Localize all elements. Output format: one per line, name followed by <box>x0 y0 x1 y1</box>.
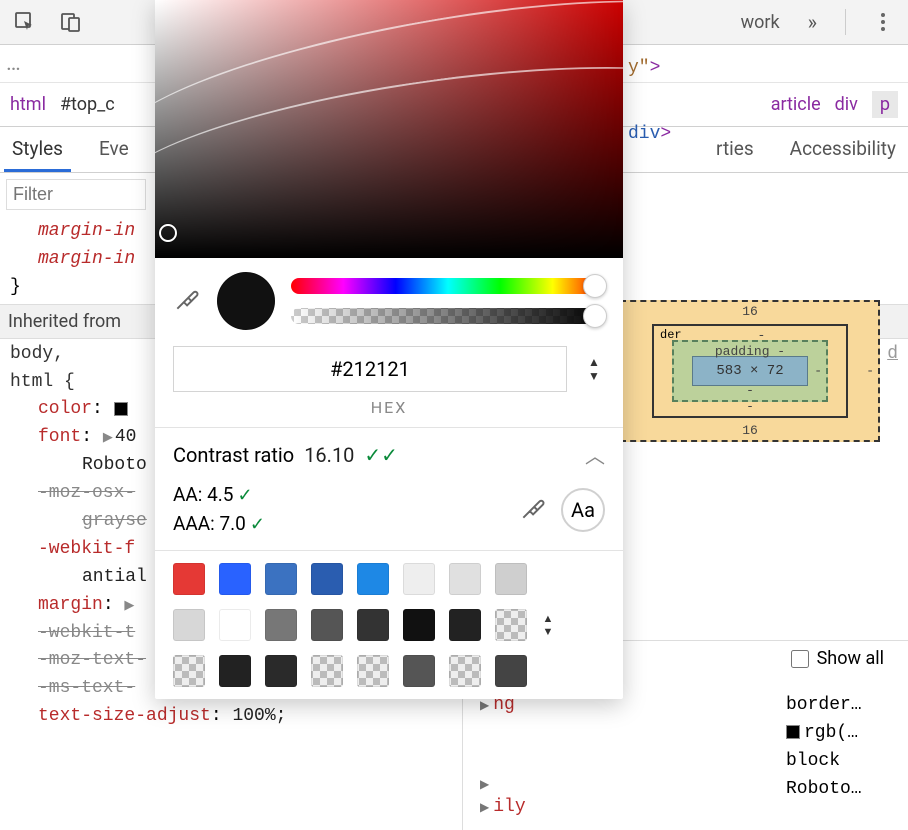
styles-filter-input[interactable] <box>6 179 146 210</box>
prop-margin-inline-2[interactable]: margin-in <box>38 249 135 269</box>
expand-icon[interactable]: ▶ <box>480 799 489 818</box>
computed-props-left: ▶ng ▶ ▶ily <box>480 692 526 822</box>
palette-swatch[interactable] <box>357 609 389 641</box>
palette-swatch[interactable] <box>311 609 343 641</box>
color-swatch-icon[interactable] <box>114 402 128 416</box>
palette-swatch[interactable] <box>449 655 481 687</box>
tab-styles[interactable]: Styles <box>4 127 71 172</box>
show-all-row: Show all <box>791 648 884 669</box>
palette-swatch[interactable] <box>265 655 297 687</box>
format-label: HEX <box>155 398 623 427</box>
slider-handle[interactable] <box>583 274 607 298</box>
color-picker: ▲▼ HEX Contrast ratio 16.10 ✓✓ ︿ AA: 4.5… <box>155 0 623 699</box>
palette-swatch[interactable] <box>265 609 297 641</box>
palette-swatch[interactable] <box>495 563 527 595</box>
palette-swatch[interactable] <box>173 609 205 641</box>
divider <box>462 680 463 830</box>
expand-icon[interactable]: ▶ <box>480 776 489 795</box>
palette-swatch[interactable] <box>357 563 389 595</box>
contrast-label: Contrast ratio <box>173 443 294 467</box>
palette-swatch[interactable] <box>403 655 435 687</box>
computed-val[interactable]: block <box>786 748 896 776</box>
palette-swatch[interactable] <box>311 655 343 687</box>
palette-swatches <box>173 563 527 687</box>
computed-val[interactable]: border… <box>786 692 896 720</box>
palette-swatch[interactable] <box>449 563 481 595</box>
palette-swatch[interactable] <box>173 563 205 595</box>
palette-switch-icon[interactable]: ▲▼ <box>537 612 559 638</box>
sv-handle[interactable] <box>159 224 177 242</box>
computed-val[interactable]: Roboto… <box>786 776 896 804</box>
palette-swatch[interactable] <box>495 609 527 641</box>
box-model-margin[interactable]: 16 16 - der - padding - - - 583 × 72 - <box>620 300 880 442</box>
tab-accessibility[interactable]: Accessibility <box>782 127 904 172</box>
breadcrumb-div[interactable]: div <box>835 94 858 115</box>
breadcrumb-topc[interactable]: #top_c <box>60 94 115 115</box>
computed-val[interactable]: rgb(… <box>786 720 896 748</box>
palette-swatch[interactable] <box>219 609 251 641</box>
slider-handle[interactable] <box>583 304 607 328</box>
palette-section: ▲▼ <box>155 550 623 699</box>
hue-slider[interactable] <box>291 278 605 294</box>
palette-swatch[interactable] <box>449 609 481 641</box>
html-tag-fragment: div> <box>628 124 671 144</box>
palette-swatch[interactable] <box>219 655 251 687</box>
palette-swatch[interactable] <box>495 655 527 687</box>
inspect-element-icon[interactable] <box>8 5 42 39</box>
breadcrumb-p[interactable]: p <box>872 91 898 118</box>
palette-swatch[interactable] <box>403 563 435 595</box>
box-model-diagram: 16 16 - der - padding - - - 583 × 72 - <box>620 300 880 442</box>
computed-props-right: border… rgb(… block Roboto… <box>786 692 896 804</box>
palette-swatch[interactable] <box>219 563 251 595</box>
more-tabs-icon[interactable]: » <box>800 10 825 34</box>
contrast-value: 16.10 <box>304 443 354 467</box>
check-icon: ✓ <box>250 514 265 535</box>
divider <box>618 640 908 641</box>
computed-row[interactable]: ▶ily <box>480 794 526 822</box>
device-toolbar-icon[interactable] <box>54 5 88 39</box>
aa-threshold: AA: 4.5✓ <box>173 481 265 510</box>
breadcrumb-html[interactable]: html <box>10 94 46 115</box>
tab-events[interactable]: Eve <box>91 127 137 172</box>
eyedropper-icon[interactable] <box>173 287 201 315</box>
network-tab-partial[interactable]: work <box>733 12 788 33</box>
box-model-content[interactable]: 583 × 72 <box>692 356 808 386</box>
format-switch-icon[interactable]: ▲▼ <box>583 355 605 383</box>
prop-margin-inline-1[interactable]: margin-in <box>38 221 135 241</box>
tab-properties[interactable]: rties <box>708 127 762 172</box>
color-swatch-icon[interactable] <box>786 725 800 739</box>
current-color-swatch <box>217 272 275 330</box>
expand-icon[interactable]: ▶ <box>124 596 134 616</box>
aaa-threshold: AAA: 7.0✓ <box>173 510 265 539</box>
alpha-slider[interactable] <box>291 308 605 324</box>
box-model-border[interactable]: der - padding - - - 583 × 72 - <box>652 324 848 418</box>
check-icon: ✓ <box>237 485 252 506</box>
breadcrumb-article[interactable]: article <box>771 94 821 115</box>
double-check-icon: ✓✓ <box>364 443 398 467</box>
show-all-label: Show all <box>817 648 884 669</box>
hex-input[interactable] <box>173 346 567 392</box>
bg-eyedropper-icon[interactable] <box>519 496 547 524</box>
palette-swatch[interactable] <box>265 563 297 595</box>
show-all-checkbox[interactable] <box>791 650 809 668</box>
text-preview-button[interactable]: Aa <box>561 488 605 532</box>
box-model-padding[interactable]: padding - - - 583 × 72 <box>672 340 828 402</box>
palette-swatch[interactable] <box>357 655 389 687</box>
palette-swatch[interactable] <box>403 609 435 641</box>
contrast-section: Contrast ratio 16.10 ✓✓ ︿ AA: 4.5✓ AAA: … <box>155 427 623 550</box>
decl-tsa[interactable]: text-size-adjust: 100%; <box>10 703 898 731</box>
palette-swatch[interactable] <box>311 563 343 595</box>
html-attr-fragment: y"> <box>628 58 660 78</box>
saturation-value-field[interactable] <box>155 0 623 258</box>
expand-icon[interactable]: ▶ <box>103 428 113 448</box>
chevron-up-icon[interactable]: ︿ <box>585 440 605 469</box>
settings-icon[interactable] <box>866 5 900 39</box>
expand-icon[interactable]: ▶ <box>480 697 489 716</box>
palette-swatch[interactable] <box>173 655 205 687</box>
toolbar-divider <box>845 9 846 35</box>
